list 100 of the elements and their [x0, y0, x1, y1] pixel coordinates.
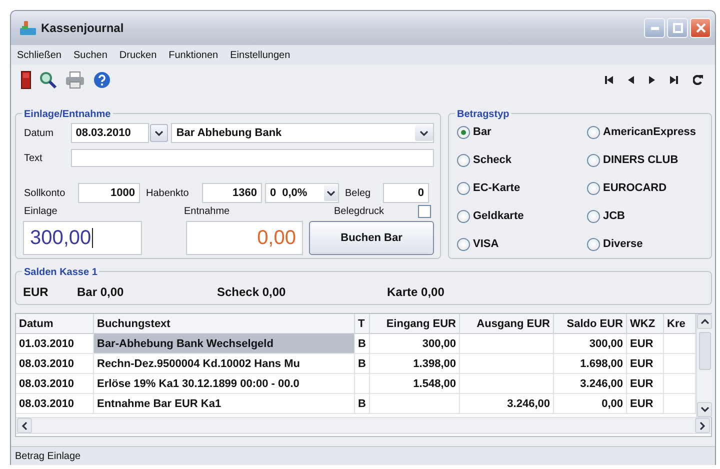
menu-item[interactable]: Schließen: [17, 50, 62, 60]
table-cell: 0,00: [554, 394, 627, 414]
field-label: Text: [23, 152, 44, 164]
checkbox[interactable]: [418, 205, 431, 218]
menu-item[interactable]: Drucken: [119, 50, 157, 60]
option-label: AmericanExpress: [603, 126, 696, 138]
next-icon[interactable]: [649, 76, 655, 84]
column-header[interactable]: Ausgang EUR: [460, 314, 554, 334]
table-cell: Bar-Abhebung Bank Wechselgeld: [94, 334, 355, 354]
radio-button[interactable]: [457, 182, 470, 194]
field-label: Sollkonto: [23, 188, 66, 198]
caret-icon: [700, 422, 705, 430]
radio-button[interactable]: [587, 182, 600, 194]
option-label: Diverse: [603, 238, 643, 250]
group-title: Betragstyp: [457, 109, 510, 120]
table-cell: 08.03.2010: [16, 394, 94, 414]
receipt-field[interactable]: 0: [383, 183, 429, 203]
radio-button[interactable]: [457, 154, 470, 166]
table-cell: 3.246,00: [554, 374, 627, 394]
table-cell: Entnahme Bar EUR Ka1: [94, 394, 355, 414]
close-button[interactable]: [690, 18, 711, 38]
tax-dropdown[interactable]: 0 0,0%: [265, 183, 339, 203]
refresh-icon[interactable]: [693, 75, 703, 85]
vertical-scrollbar[interactable]: [696, 314, 712, 417]
scroll-right-button[interactable]: [695, 418, 710, 433]
balance-text: Bar 0,00: [77, 285, 125, 299]
field-label: Habenkto: [145, 188, 190, 198]
radio-button[interactable]: [457, 126, 470, 138]
table-cell: Erlöse 19% Ka1 30.12.1899 00:00 - 00.0: [94, 374, 355, 394]
option-label: JCB: [603, 210, 626, 222]
maximize-button[interactable]: [667, 18, 688, 38]
minimize-button[interactable]: [644, 18, 665, 38]
menu-item[interactable]: Suchen: [73, 50, 108, 60]
caret-icon: [700, 407, 708, 412]
balance-text: Scheck 0,00: [217, 285, 287, 299]
table-cell: EUR: [627, 394, 664, 414]
group-title: Einlage/Entnahme: [24, 109, 111, 120]
table-cell: 3.246,00: [460, 394, 554, 414]
column-header[interactable]: T: [355, 314, 370, 334]
option-label: VISA: [473, 238, 499, 250]
close-icon: [696, 23, 706, 33]
menu-item[interactable]: Funktionen: [168, 50, 218, 60]
radio-button[interactable]: [587, 126, 600, 138]
table-cell: EUR: [627, 334, 664, 354]
table-cell: 1.548,00: [370, 374, 460, 394]
table-cell: 300,00: [554, 334, 627, 354]
table-cell: EUR: [627, 374, 664, 394]
radio-button[interactable]: [587, 210, 600, 222]
radio-button[interactable]: [457, 210, 470, 222]
table-cell: [355, 374, 370, 394]
checkbox-label: Belegdruck: [334, 206, 386, 217]
scroll-up-button[interactable]: [697, 314, 712, 329]
text-field[interactable]: [70, 149, 434, 167]
radio-button[interactable]: [587, 238, 600, 250]
caret-icon: [22, 422, 27, 430]
door-icon[interactable]: [21, 71, 31, 89]
caret-icon: [155, 130, 164, 136]
help-icon[interactable]: [93, 71, 111, 89]
previous-icon[interactable]: [628, 76, 634, 84]
balance-text: Karte 0,00: [387, 285, 446, 299]
table-cell: 1.398,00: [370, 354, 460, 374]
scroll-down-button[interactable]: [697, 402, 712, 417]
minimize-icon: [650, 26, 658, 30]
column-header[interactable]: Eingang EUR: [370, 314, 460, 334]
horizontal-scrollbar[interactable]: [16, 417, 711, 434]
column-header[interactable]: Saldo EUR: [554, 314, 627, 334]
skip-to-end-icon[interactable]: [670, 76, 678, 84]
menu-item[interactable]: Einstellungen: [230, 50, 290, 60]
dropdown-button[interactable]: [150, 124, 168, 142]
option-label: Geldkarte: [473, 210, 524, 222]
caret-icon: [700, 319, 708, 324]
caret-icon: [420, 130, 428, 136]
printer-icon[interactable]: [65, 71, 85, 89]
window-title: Kassenjournal: [41, 21, 124, 35]
book-button[interactable]: Buchen Bar: [309, 221, 434, 255]
column-header[interactable]: WKZ: [627, 314, 664, 334]
amount-field[interactable]: 300,00: [23, 221, 142, 255]
date-field[interactable]: 08.03.2010: [70, 123, 150, 143]
radio-button[interactable]: [457, 238, 470, 250]
field-label: Datum: [23, 128, 54, 138]
radio-button[interactable]: [587, 154, 600, 166]
balance-text: EUR: [23, 285, 50, 299]
scroll-left-button[interactable]: [17, 418, 32, 433]
scroll-thumb[interactable]: [698, 332, 710, 370]
account-field[interactable]: 1000: [78, 183, 140, 203]
app-icon: [19, 20, 37, 36]
account-field[interactable]: 1360: [202, 183, 262, 203]
status-text: Betrag Einlage: [15, 450, 81, 462]
table-cell: Rechn-Dez.9500004 Kd.10002 Hans Mu: [94, 354, 355, 374]
booking-dropdown[interactable]: Bar Abhebung Bank: [171, 123, 434, 143]
column-header[interactable]: Kre: [664, 314, 696, 334]
skip-to-start-icon[interactable]: [605, 76, 613, 84]
column-header[interactable]: Datum: [16, 314, 94, 334]
table-cell: 300,00: [370, 334, 460, 354]
column-header[interactable]: Buchungstext: [94, 314, 355, 334]
field-label: Einlage: [23, 206, 58, 217]
option-label: EUROCARD: [603, 182, 667, 194]
search-icon[interactable]: [39, 71, 57, 89]
table-cell: 08.03.2010: [16, 354, 94, 374]
caret-icon: [327, 190, 335, 196]
